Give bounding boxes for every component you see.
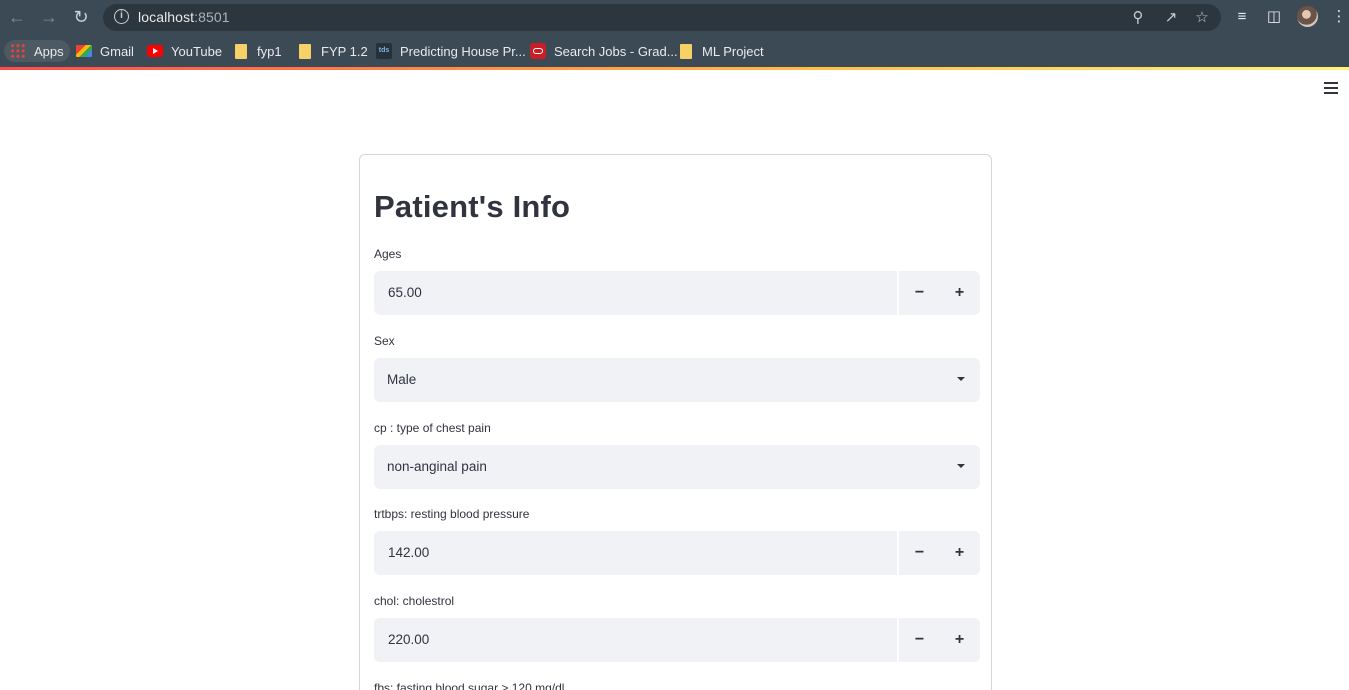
forward-icon[interactable]: →	[38, 6, 60, 28]
bookmark-label: Apps	[34, 43, 64, 59]
bookmark-label: Search Jobs - Grad...	[554, 43, 678, 59]
app-header-decoration	[0, 67, 1349, 70]
bookmark-label: Gmail	[100, 43, 134, 59]
reading-list-icon[interactable]: ≡	[1232, 7, 1252, 27]
ages-decrement-button[interactable]: −	[899, 271, 940, 315]
trtbps-input[interactable]: 142.00 − +	[374, 531, 980, 575]
youtube-icon	[147, 45, 163, 57]
ages-increment-button[interactable]: +	[939, 271, 980, 315]
bookmark-youtube[interactable]: YouTube	[147, 40, 222, 62]
fbs-label: fbs: fasting blood sugar > 120 mg/dl	[374, 681, 565, 690]
trtbps-label: trtbps: resting blood pressure	[374, 507, 530, 521]
side-panel-icon[interactable]: ◫	[1264, 7, 1284, 27]
folder-icon	[235, 43, 247, 59]
share-icon[interactable]: ↗	[1162, 9, 1180, 27]
folder-icon	[680, 43, 692, 59]
page-title: Patient's Info	[374, 189, 571, 224]
back-icon[interactable]: ←	[6, 6, 28, 28]
bookmark-label: fyp1	[257, 43, 282, 59]
apps-grid-icon	[10, 43, 26, 59]
chest-pain-value: non-anginal pain	[387, 459, 487, 474]
oracle-icon	[530, 43, 546, 59]
address-bar[interactable]: i localhost:8501 ⚲ ↗ ☆	[103, 4, 1221, 31]
bookmark-predicting-house[interactable]: tds Predicting House Pr...	[376, 40, 526, 62]
bookmark-label: ML Project	[702, 43, 764, 59]
bookmarks-bar: Apps Gmail YouTube fyp1 FYP 1.2 tds Pred…	[0, 35, 1349, 67]
chest-pain-label: cp : type of chest pain	[374, 421, 491, 435]
main-menu-icon[interactable]	[1324, 82, 1338, 94]
sex-label: Sex	[374, 334, 395, 348]
bookmark-ml-project[interactable]: ML Project	[678, 40, 764, 62]
folder-icon	[299, 43, 311, 59]
sex-select[interactable]: Male	[374, 358, 980, 402]
ages-value[interactable]: 65.00	[388, 285, 422, 300]
chol-increment-button[interactable]: +	[939, 618, 980, 662]
trtbps-value[interactable]: 142.00	[388, 545, 429, 560]
bookmark-label: FYP 1.2	[321, 43, 368, 59]
chest-pain-select[interactable]: non-anginal pain	[374, 445, 980, 489]
bookmark-fyp-1-2[interactable]: FYP 1.2	[297, 40, 368, 62]
bookmark-fyp1[interactable]: fyp1	[233, 40, 282, 62]
site-info-icon[interactable]: i	[114, 9, 129, 24]
ages-input[interactable]: 65.00 − +	[374, 271, 980, 315]
bookmark-label: Predicting House Pr...	[400, 43, 526, 59]
trtbps-decrement-button[interactable]: −	[899, 531, 940, 575]
bookmark-label: YouTube	[171, 43, 223, 59]
ages-label: Ages	[374, 247, 402, 261]
gmail-icon	[76, 45, 92, 57]
bookmark-search-jobs[interactable]: Search Jobs - Grad...	[530, 40, 678, 62]
browser-toolbar: ← → ↻ i localhost:8501 ⚲ ↗ ☆ ≡ ◫ ⋮	[0, 0, 1349, 35]
tds-icon: tds	[376, 43, 392, 59]
chol-label: chol: cholestrol	[374, 594, 455, 608]
browser-menu-icon[interactable]: ⋮	[1329, 7, 1349, 27]
chol-value[interactable]: 220.00	[388, 632, 429, 647]
reload-icon[interactable]: ↻	[70, 6, 92, 28]
profile-avatar[interactable]	[1297, 6, 1318, 27]
zoom-icon[interactable]: ⚲	[1129, 9, 1147, 27]
bookmark-star-icon[interactable]: ☆	[1193, 9, 1211, 27]
bookmark-gmail[interactable]: Gmail	[76, 40, 134, 62]
sex-value: Male	[387, 372, 417, 387]
address-url[interactable]: localhost:8501	[138, 9, 230, 25]
chol-decrement-button[interactable]: −	[899, 618, 940, 662]
chevron-down-icon	[957, 464, 965, 468]
chol-input[interactable]: 220.00 − +	[374, 618, 980, 662]
chevron-down-icon	[957, 377, 965, 381]
bookmark-apps[interactable]: Apps	[4, 40, 70, 62]
patient-info-form: Patient's Info Ages 65.00 − + Sex Male c…	[359, 154, 992, 690]
trtbps-increment-button[interactable]: +	[939, 531, 980, 575]
